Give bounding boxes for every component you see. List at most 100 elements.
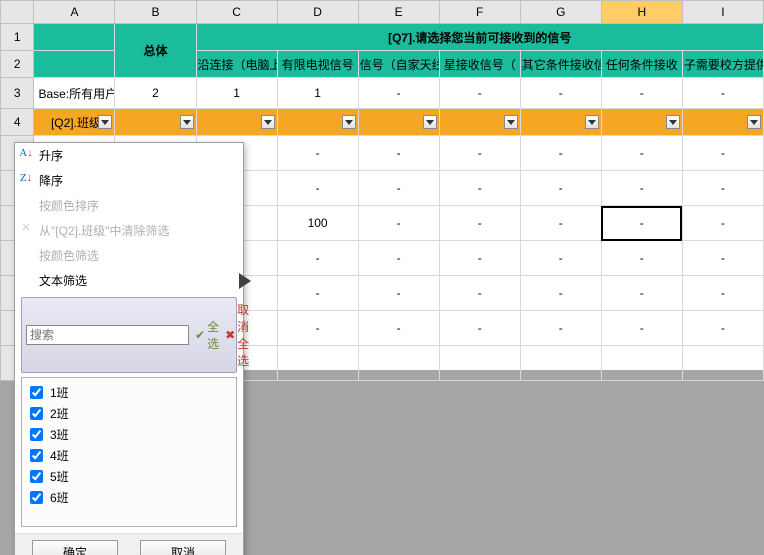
filter-item-checkbox[interactable]	[30, 449, 43, 462]
cell-H3[interactable]: -	[601, 78, 682, 109]
cell-C2[interactable]: 沿连接（电脑上	[196, 51, 277, 78]
cell[interactable]: -	[682, 171, 763, 206]
col-header-A[interactable]: A	[34, 1, 115, 24]
cell[interactable]: -	[601, 171, 682, 206]
cell[interactable]: -	[601, 206, 682, 241]
row-header-1[interactable]: 1	[1, 24, 34, 51]
cell-B1-merged[interactable]: 总体	[115, 24, 196, 78]
cell-B3[interactable]: 2	[115, 78, 196, 109]
cell[interactable]: -	[682, 241, 763, 276]
cell-A2[interactable]	[34, 51, 115, 78]
col-header-B[interactable]: B	[115, 1, 196, 24]
filter-button-I4[interactable]	[747, 115, 761, 129]
cell[interactable]: -	[682, 136, 763, 171]
cell[interactable]: -	[520, 171, 601, 206]
cell-F2[interactable]: 星接收信号（	[439, 51, 520, 78]
cell[interactable]: -	[277, 241, 358, 276]
cell-H4[interactable]	[601, 109, 682, 136]
cell[interactable]: -	[277, 311, 358, 346]
cell-C3[interactable]: 1	[196, 78, 277, 109]
deselect-all-link[interactable]: ✖ 取消全选	[225, 301, 249, 369]
cell[interactable]: -	[601, 136, 682, 171]
cell-E3[interactable]: -	[358, 78, 439, 109]
col-header-F[interactable]: F	[439, 1, 520, 24]
cell[interactable]	[358, 346, 439, 381]
select-all-link[interactable]: ✔ 全选	[195, 318, 219, 352]
cell[interactable]: -	[439, 171, 520, 206]
cell[interactable]	[520, 346, 601, 381]
cell[interactable]: -	[439, 136, 520, 171]
cell-E2[interactable]: 信号（自家天线	[358, 51, 439, 78]
row-header-2[interactable]: 2	[1, 51, 34, 78]
col-header-H[interactable]: H	[601, 1, 682, 24]
cell-A1[interactable]	[34, 24, 115, 51]
cell[interactable]: -	[682, 206, 763, 241]
select-all-corner[interactable]	[1, 1, 34, 24]
filter-item-checkbox[interactable]	[30, 428, 43, 441]
filter-item[interactable]: 4班	[26, 445, 232, 466]
filter-item[interactable]: 5班	[26, 466, 232, 487]
filter-item[interactable]: 2班	[26, 403, 232, 424]
col-header-C[interactable]: C	[196, 1, 277, 24]
sort-asc-item[interactable]: A↓ 升序	[15, 143, 243, 168]
cell[interactable]: -	[520, 241, 601, 276]
col-header-E[interactable]: E	[358, 1, 439, 24]
cell[interactable]: -	[358, 276, 439, 311]
text-filter-item[interactable]: 文本筛选	[15, 268, 243, 293]
cell[interactable]: -	[358, 241, 439, 276]
filter-items-panel[interactable]: 1班2班3班4班5班6班	[21, 377, 237, 527]
row-header-4[interactable]: 4	[1, 109, 34, 136]
cell[interactable]: -	[277, 171, 358, 206]
col-header-G[interactable]: G	[520, 1, 601, 24]
cell-D2[interactable]: 有限电视信号	[277, 51, 358, 78]
cell[interactable]: -	[358, 136, 439, 171]
filter-button-C4[interactable]	[261, 115, 275, 129]
cell[interactable]: -	[520, 311, 601, 346]
cell-F3[interactable]: -	[439, 78, 520, 109]
cell[interactable]: -	[601, 311, 682, 346]
cell[interactable]: -	[520, 276, 601, 311]
filter-button-A4[interactable]	[98, 115, 112, 129]
cell[interactable]: -	[358, 311, 439, 346]
col-header-I[interactable]: I	[682, 1, 763, 24]
cell-A3[interactable]: Base:所有用户	[34, 78, 115, 109]
cell-D3[interactable]: 1	[277, 78, 358, 109]
cell[interactable]: -	[601, 276, 682, 311]
filter-item-checkbox[interactable]	[30, 386, 43, 399]
cell[interactable]: -	[277, 136, 358, 171]
cell[interactable]: -	[277, 276, 358, 311]
filter-item-checkbox[interactable]	[30, 407, 43, 420]
cell-B4[interactable]	[115, 109, 196, 136]
cell-D4[interactable]	[277, 109, 358, 136]
cell-G2[interactable]: 其它条件接收信	[520, 51, 601, 78]
cell[interactable]: -	[520, 206, 601, 241]
cell[interactable]: -	[439, 241, 520, 276]
cell-I3[interactable]: -	[682, 78, 763, 109]
cell[interactable]: -	[601, 241, 682, 276]
cell-G4[interactable]	[520, 109, 601, 136]
cell[interactable]	[682, 346, 763, 381]
cell[interactable]: -	[682, 311, 763, 346]
cell-A4[interactable]: [Q2].班级	[34, 109, 115, 136]
filter-button-D4[interactable]	[342, 115, 356, 129]
row-header-3[interactable]: 3	[1, 78, 34, 109]
cell[interactable]: -	[439, 276, 520, 311]
cell-I2[interactable]: 子需要校方提供	[682, 51, 763, 78]
cell-H2[interactable]: 任何条件接收	[601, 51, 682, 78]
cell-C4[interactable]	[196, 109, 277, 136]
sort-desc-item[interactable]: Z↓ 降序	[15, 168, 243, 193]
filter-button-G4[interactable]	[585, 115, 599, 129]
cell-F4[interactable]	[439, 109, 520, 136]
filter-button-H4[interactable]	[666, 115, 680, 129]
filter-button-E4[interactable]	[423, 115, 437, 129]
cell-q7-header[interactable]: [Q7].请选择您当前可接收到的信号	[196, 24, 763, 51]
filter-item[interactable]: 3班	[26, 424, 232, 445]
filter-item-checkbox[interactable]	[30, 491, 43, 504]
filter-button-F4[interactable]	[504, 115, 518, 129]
cell[interactable]: -	[439, 206, 520, 241]
cancel-button[interactable]: 取消	[140, 540, 226, 555]
filter-item[interactable]: 1班	[26, 382, 232, 403]
cell-E4[interactable]	[358, 109, 439, 136]
filter-item-checkbox[interactable]	[30, 470, 43, 483]
cell[interactable]: -	[358, 206, 439, 241]
